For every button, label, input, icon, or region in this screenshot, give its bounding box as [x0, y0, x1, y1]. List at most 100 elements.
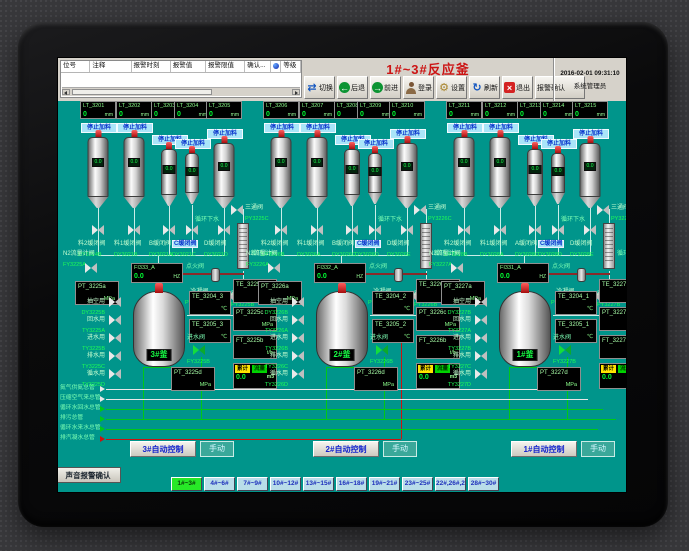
side-valve-icon[interactable]	[475, 333, 487, 343]
toolbar-button-6[interactable]: ↻刷新	[469, 76, 500, 99]
toolbar-button-7[interactable]: ×退出	[502, 76, 533, 99]
valve-icon[interactable]	[458, 225, 470, 235]
side-valve-icon[interactable]	[109, 315, 121, 325]
side-valve-icon[interactable]	[109, 369, 121, 379]
temperature-display: TE_3227e℃	[599, 279, 627, 303]
toolbar-button-4[interactable]: 登录	[403, 76, 434, 99]
scroll-left-arrow-icon[interactable]	[62, 89, 70, 95]
side-valve-icon[interactable]	[292, 351, 304, 361]
page-button[interactable]: 28#~30#	[468, 477, 499, 491]
n2-flow-valve-icon[interactable]	[451, 263, 463, 273]
tee-valve-icon[interactable]	[231, 205, 243, 215]
flow-rate-button[interactable]: 流量	[618, 365, 627, 373]
scroll-right-arrow-icon[interactable]	[292, 89, 300, 95]
valve-icon[interactable]	[186, 225, 198, 235]
inlet-valve-icon[interactable]	[376, 345, 388, 355]
totalizer-button[interactable]: 累计	[235, 365, 250, 373]
side-valve-icon[interactable]	[292, 333, 304, 343]
valve-icon[interactable]	[494, 225, 506, 235]
toolbar-button-3[interactable]: →前进	[370, 76, 401, 99]
n2-flow-valve-icon[interactable]	[268, 263, 280, 273]
auto-control-button[interactable]: 2#自动控制	[313, 441, 379, 457]
side-valve-icon[interactable]	[109, 297, 121, 307]
page-button[interactable]: 16#~18#	[336, 477, 367, 491]
tank-cap-icon	[278, 130, 284, 137]
scrollbar-thumb[interactable]	[72, 89, 212, 95]
valve-icon[interactable]	[92, 225, 104, 235]
valve-icon[interactable]	[311, 225, 323, 235]
feed-valve-tag: DY3021A	[149, 252, 173, 258]
valve-icon[interactable]	[369, 225, 381, 235]
tank-cone	[88, 197, 109, 208]
valve-icon[interactable]	[275, 225, 287, 235]
n2-flow-valve-icon[interactable]	[85, 263, 97, 273]
alarm-scrollbar[interactable]	[62, 87, 300, 96]
valve-icon[interactable]	[529, 225, 541, 235]
totalizer-button[interactable]: 累计	[601, 365, 616, 373]
valve-icon[interactable]	[584, 225, 596, 235]
page-button[interactable]: 10#~12#	[270, 477, 301, 491]
monitor-bezel: 位号注释报警时刻报警值报警限值确认...等级 1#~3#反应釜 ⇄切换←后退→前…	[18, 22, 668, 527]
feed-valve-name: C缓闭阀	[172, 240, 198, 248]
tank-led: 0.0	[346, 165, 359, 174]
side-valve-name: 循水用	[453, 371, 471, 377]
toolbar-button-5[interactable]: ⚙设置	[436, 76, 467, 99]
manual-mode-button[interactable]: 手动	[383, 441, 417, 457]
tank-cap-icon	[555, 146, 561, 153]
manual-mode-button[interactable]: 手动	[581, 441, 615, 457]
auto-control-button[interactable]: 3#自动控制	[130, 441, 196, 457]
totalizer-button[interactable]: 累计	[418, 365, 433, 373]
side-valve-icon[interactable]	[475, 351, 487, 361]
feed-valve-tag: DY3021C	[172, 252, 196, 258]
toolbar-button-2[interactable]: ←后退	[337, 76, 368, 99]
inlet-valve-tag: FY3225B	[187, 359, 210, 365]
tank-cap-icon	[131, 130, 137, 137]
alarm-column-header: 报警值	[171, 61, 206, 72]
valve-icon[interactable]	[128, 225, 140, 235]
refresh-icon: ↻	[471, 82, 483, 94]
inlet-valve-icon[interactable]	[559, 345, 571, 355]
side-valve-icon[interactable]	[475, 297, 487, 307]
page-button[interactable]: 7#~9#	[237, 477, 268, 491]
page-button[interactable]: 19#~21#	[369, 477, 400, 491]
valve-icon[interactable]	[346, 225, 358, 235]
tee-valve-icon[interactable]	[414, 205, 426, 215]
side-valve-icon[interactable]	[109, 351, 121, 361]
feed-tank: 0.0	[490, 137, 511, 208]
feed-tank: 0.0	[307, 137, 328, 208]
page-button[interactable]: 22#,26#,27#	[435, 477, 466, 491]
sound-alarm-ack-button[interactable]: 声音报警确认	[57, 467, 121, 483]
side-valve-icon[interactable]	[292, 297, 304, 307]
side-valve-icon[interactable]	[475, 369, 487, 379]
inlet-valve-icon[interactable]	[193, 345, 205, 355]
page-button[interactable]: 23#~25#	[402, 477, 433, 491]
n2-flow-valve-name: N2流量计阀	[429, 251, 461, 257]
tank-led: 0.0	[584, 162, 597, 171]
tank-led: 0.0	[275, 158, 288, 167]
tank-level-display: LT_3201 0mm	[80, 101, 116, 119]
agitator-frequency-display: FI331_A 0.0HZ	[497, 263, 549, 283]
page-button[interactable]: 13#~15#	[303, 477, 334, 491]
feed-valve-tag: DY3026A	[297, 252, 321, 258]
temperature-display: TE_3204_3℃	[189, 291, 231, 315]
feed-tank: 0.0	[454, 137, 475, 208]
feed-valve-tag: DY3026C	[332, 252, 356, 258]
burner-icon	[394, 268, 403, 282]
side-valve-icon[interactable]	[292, 315, 304, 325]
valve-icon[interactable]	[163, 225, 175, 235]
manual-mode-button[interactable]: 手动	[200, 441, 234, 457]
tee-valve-icon[interactable]	[597, 205, 609, 215]
toolbar-button-label: 退出	[516, 83, 530, 93]
auto-control-button[interactable]: 1#自动控制	[511, 441, 577, 457]
reactor-vessel: 2#釜	[316, 291, 368, 367]
side-valve-icon[interactable]	[292, 369, 304, 379]
valve-icon[interactable]	[552, 225, 564, 235]
settings-gear-icon: ⚙	[438, 82, 450, 94]
valve-icon[interactable]	[218, 225, 230, 235]
side-valve-icon[interactable]	[475, 315, 487, 325]
side-valve-icon[interactable]	[109, 333, 121, 343]
page-button[interactable]: 1#~3#	[171, 477, 202, 491]
page-button[interactable]: 4#~6#	[204, 477, 235, 491]
valve-icon[interactable]	[401, 225, 413, 235]
toolbar-button-1[interactable]: ⇄切换	[304, 76, 335, 99]
